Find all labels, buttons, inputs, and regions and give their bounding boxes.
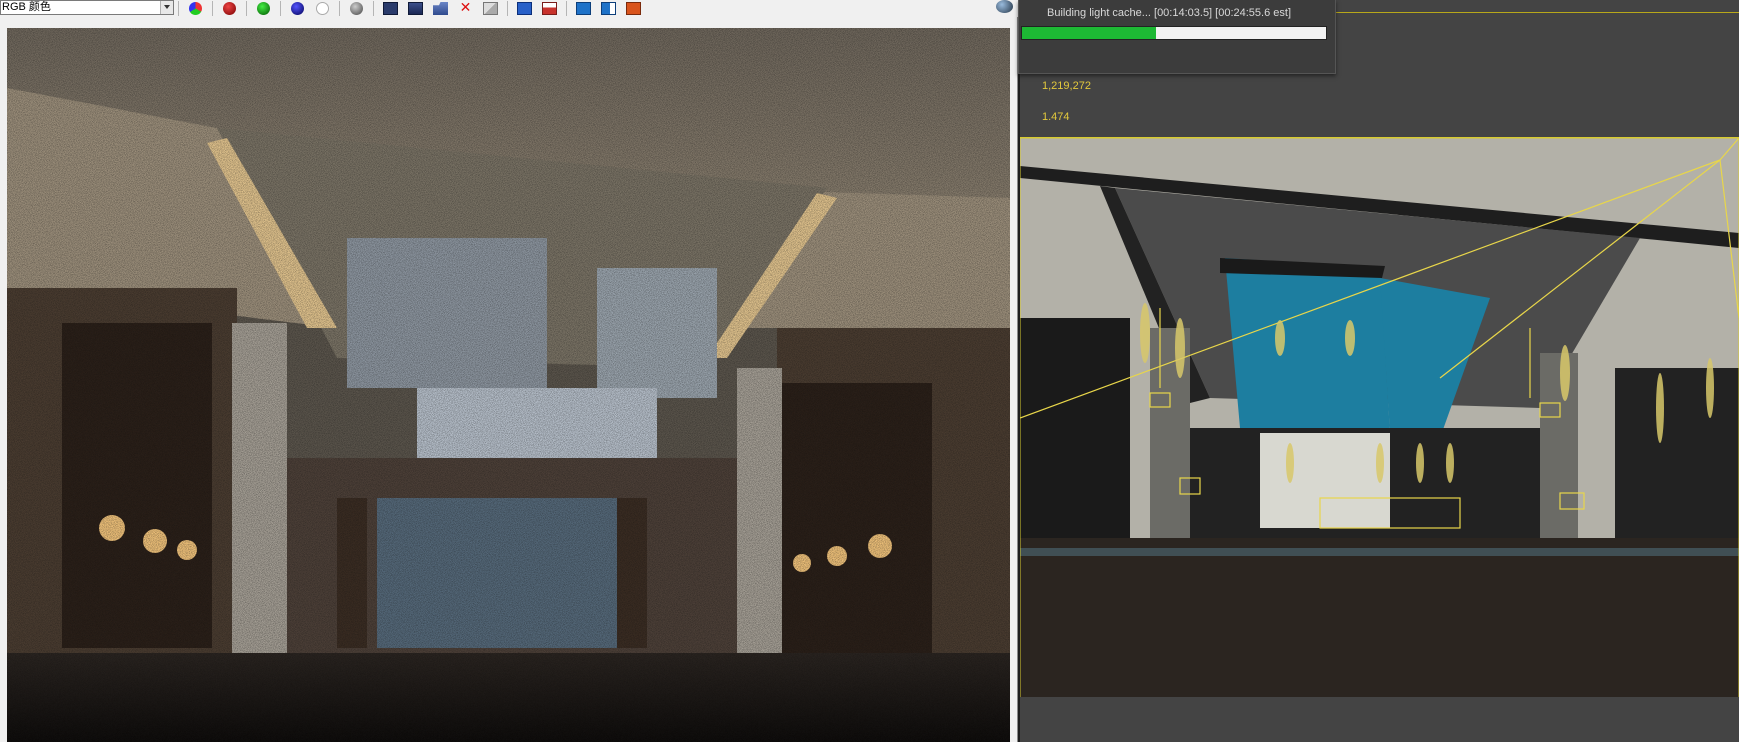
lens-effects-icon: [601, 2, 616, 15]
stat-value-polys: 1,219,272: [1042, 80, 1091, 92]
mono-channel-button[interactable]: [347, 1, 366, 17]
color-corrections-button[interactable]: [624, 1, 643, 17]
toolbar-separator: [373, 1, 374, 16]
green-channel-button[interactable]: [254, 1, 273, 17]
chevron-down-icon[interactable]: [160, 1, 173, 14]
rgb-channel-icon: [189, 2, 202, 15]
history-icon: [576, 2, 591, 15]
erase-icon: [483, 2, 498, 15]
save-all-icon: [408, 2, 423, 15]
toolbar-separator: [212, 1, 213, 16]
clear-icon: ✕: [459, 0, 472, 16]
blue-channel-icon: [291, 2, 304, 15]
toolbar-separator: [178, 1, 179, 16]
green-channel-icon: [257, 2, 270, 15]
toolbar-separator: [246, 1, 247, 16]
save-image-icon: [383, 2, 398, 15]
channel-select-value: RGB 颜色: [2, 1, 51, 13]
progress-status-text: Building light cache... [00:14:03.5] [00…: [1047, 7, 1292, 19]
light-cache-progress-dialog: Building light cache... [00:14:03.5] [00…: [1018, 0, 1336, 74]
save-image-button[interactable]: [381, 1, 400, 17]
progress-bar: [1021, 26, 1327, 40]
clear-button[interactable]: ✕: [456, 1, 475, 17]
viewport-panel[interactable]: 1,219,272 1.474: [1020, 0, 1739, 742]
viewport-stat-row: 1,219,272: [1024, 80, 1091, 92]
viewport-scene[interactable]: [1020, 137, 1739, 697]
toolbar-separator: [507, 1, 508, 16]
blue-channel-button[interactable]: [288, 1, 307, 17]
red-channel-icon: [223, 2, 236, 15]
mono-channel-icon: [350, 2, 363, 15]
frame-buffer-window: RGB 颜色 ✕: [0, 0, 1018, 742]
track-mouse-button[interactable]: [515, 1, 534, 17]
lens-effects-button[interactable]: [599, 1, 618, 17]
toolbar-separator: [339, 1, 340, 16]
rgb-channel-button[interactable]: [186, 1, 205, 17]
alpha-channel-button[interactable]: [313, 1, 332, 17]
render-scene: [7, 28, 1010, 742]
stat-label: [1024, 80, 1028, 92]
toolbar-separator: [280, 1, 281, 16]
red-channel-button[interactable]: [220, 1, 239, 17]
save-all-button[interactable]: [406, 1, 425, 17]
track-mouse-icon: [517, 2, 532, 15]
open-image-button[interactable]: [431, 1, 450, 17]
render-region-button[interactable]: [540, 1, 559, 17]
render-region-icon: [542, 2, 557, 15]
progress-bar-fill: [1022, 27, 1156, 39]
open-image-icon: [433, 2, 448, 15]
history-button[interactable]: [574, 1, 593, 17]
channel-display-select[interactable]: RGB 颜色: [0, 0, 174, 15]
stat-value-fps: 1.474: [1042, 111, 1070, 123]
rendered-image: [7, 28, 1010, 742]
viewport-stat-row: 1.474: [1024, 111, 1070, 123]
alpha-channel-icon: [316, 2, 329, 15]
stat-label: [1024, 111, 1028, 123]
erase-button[interactable]: [481, 1, 500, 17]
toolbar-separator: [566, 1, 567, 16]
frame-buffer-toolbar: RGB 颜色 ✕: [0, 0, 1018, 17]
color-corrections-icon: [626, 2, 641, 15]
globe-icon[interactable]: [996, 0, 1013, 13]
viewport-wireframe-scene: [1020, 138, 1739, 697]
